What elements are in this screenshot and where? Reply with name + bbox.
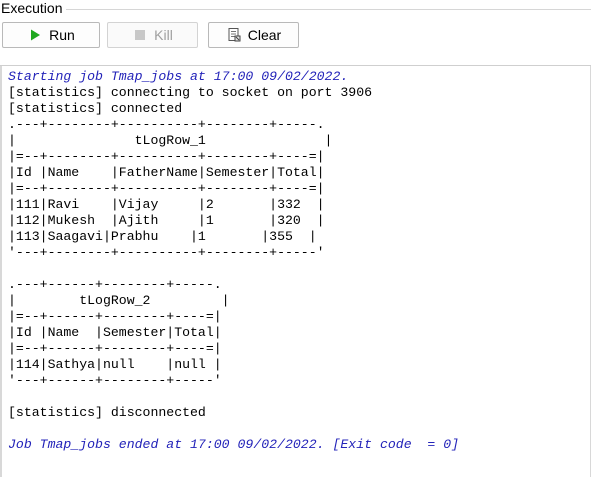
kill-button-label: Kill [154, 27, 173, 43]
stop-icon [132, 27, 148, 43]
console-line: [statistics] connected [8, 101, 183, 116]
clear-button-label: Clear [247, 27, 282, 43]
table-border-line: .---+--------+----------+--------+-----. [8, 117, 325, 132]
table-row: |113|Saagavi|Prabhu |1 |355 | [8, 229, 317, 244]
console-line: [statistics] connecting to socket on por… [8, 85, 373, 100]
panel-title: Execution [1, 0, 63, 16]
panel-divider [66, 9, 591, 10]
table-border-line: .---+------+--------+-----. [8, 277, 222, 292]
table-border-line: |=--+--------+----------+--------+----=| [8, 149, 325, 164]
table-row: |111|Ravi |Vijay |2 |332 | [8, 197, 325, 212]
table-border-line: |=--+------+--------+----=| [8, 309, 222, 324]
table-header-line: |Id |Name |Semester|Total| [8, 325, 222, 340]
play-icon [27, 27, 43, 43]
table-border-line: '---+------+--------+-----' [8, 373, 222, 388]
execution-toolbar: Run Kill Clear [0, 22, 591, 50]
table-title-line: | tLogRow_1 | [8, 133, 333, 148]
console-line-job-start: Starting job Tmap_jobs at 17:00 09/02/20… [8, 69, 349, 84]
table-row: |112|Mukesh |Ajith |1 |320 | [8, 213, 325, 228]
table-row: |114|Sathya|null |null | [8, 357, 222, 372]
console-text: Starting job Tmap_jobs at 17:00 09/02/20… [8, 69, 459, 453]
run-button-label: Run [49, 27, 75, 43]
table-border-line: |=--+--------+----------+--------+----=| [8, 181, 325, 196]
console-output[interactable]: Starting job Tmap_jobs at 17:00 09/02/20… [0, 65, 591, 477]
kill-button[interactable]: Kill [107, 22, 198, 48]
table-border-line: '---+--------+----------+--------+-----' [8, 245, 325, 260]
table-title-line: | tLogRow_2 | [8, 293, 230, 308]
clear-console-icon [226, 27, 242, 43]
table-border-line: |=--+------+--------+----=| [8, 341, 222, 356]
console-left-border [0, 66, 2, 477]
console-line: [statistics] disconnected [8, 405, 206, 420]
clear-button[interactable]: Clear [208, 22, 299, 48]
run-button[interactable]: Run [2, 22, 100, 48]
table-header-line: |Id |Name |FatherName|Semester|Total| [8, 165, 325, 180]
console-line-job-end: Job Tmap_jobs ended at 17:00 09/02/2022.… [8, 437, 460, 452]
